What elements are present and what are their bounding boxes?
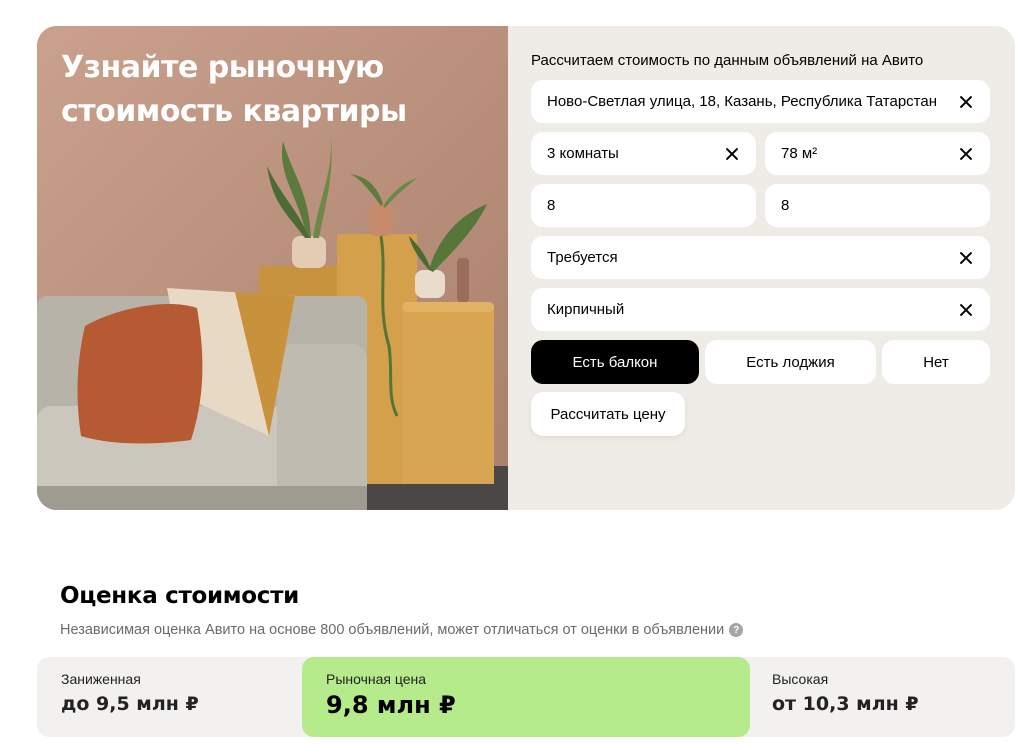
floors-total-field[interactable]: 8 xyxy=(765,184,990,227)
estimate-form: Рассчитаем стоимость по данным объявлени… xyxy=(531,26,991,510)
hero-photo: Узнайте рыночную стоимость квартиры xyxy=(37,26,508,510)
area-value: 78 м² xyxy=(781,145,818,162)
repair-value: Требуется xyxy=(547,249,618,266)
help-icon[interactable]: ? xyxy=(729,623,744,637)
clear-area-icon[interactable] xyxy=(958,146,974,162)
balcony-option-loggia[interactable]: Есть лоджия xyxy=(705,340,876,384)
clear-rooms-icon[interactable] xyxy=(724,146,740,162)
area-field[interactable]: 78 м² xyxy=(765,132,990,175)
rooms-value: 3 комнаты xyxy=(547,145,619,162)
estimate-subtitle: Независимая оценка Авито на основе 800 о… xyxy=(60,622,744,638)
high-price-cell: Высокая от 10,3 млн ₽ xyxy=(748,657,1015,737)
form-caption: Рассчитаем стоимость по данным объявлени… xyxy=(531,52,924,69)
hero-banner: Узнайте рыночную стоимость квартиры Расс… xyxy=(37,26,1015,510)
market-price-label: Рыночная цена xyxy=(326,671,427,687)
balcony-option-none[interactable]: Нет xyxy=(882,340,990,384)
floor-field[interactable]: 8 xyxy=(531,184,756,227)
high-price-label: Высокая xyxy=(772,671,829,687)
market-price-value: 9,8 млн ₽ xyxy=(326,691,456,719)
estimate-title: Оценка стоимости xyxy=(60,583,299,609)
house-type-field[interactable]: Кирпичный xyxy=(531,288,990,331)
price-range-bar: Заниженная до 9,5 млн ₽ Рыночная цена 9,… xyxy=(37,657,1015,737)
low-price-label: Заниженная xyxy=(61,671,141,687)
calculate-price-button[interactable]: Рассчитать цену xyxy=(531,392,685,436)
rooms-field[interactable]: 3 комнаты xyxy=(531,132,756,175)
address-value: Ново-Светлая улица, 18, Казань, Республи… xyxy=(547,93,938,110)
floor-value: 8 xyxy=(547,197,556,214)
repair-field[interactable]: Требуется xyxy=(531,236,990,279)
estimate-subtitle-text: Независимая оценка Авито на основе 800 о… xyxy=(60,622,725,638)
clear-house-type-icon[interactable] xyxy=(958,302,974,318)
clear-address-icon[interactable] xyxy=(958,94,974,110)
balcony-option-balcony[interactable]: Есть балкон xyxy=(531,340,699,384)
high-price-value: от 10,3 млн ₽ xyxy=(772,693,919,715)
address-field[interactable]: Ново-Светлая улица, 18, Казань, Республи… xyxy=(531,80,990,123)
low-price-cell: Заниженная до 9,5 млн ₽ xyxy=(37,657,302,737)
market-price-cell: Рыночная цена 9,8 млн ₽ xyxy=(302,657,750,737)
floors-total-value: 8 xyxy=(781,197,790,214)
house-type-value: Кирпичный xyxy=(547,301,625,318)
hero-title: Узнайте рыночную стоимость квартиры xyxy=(61,50,407,129)
clear-repair-icon[interactable] xyxy=(958,250,974,266)
low-price-value: до 9,5 млн ₽ xyxy=(61,693,199,715)
